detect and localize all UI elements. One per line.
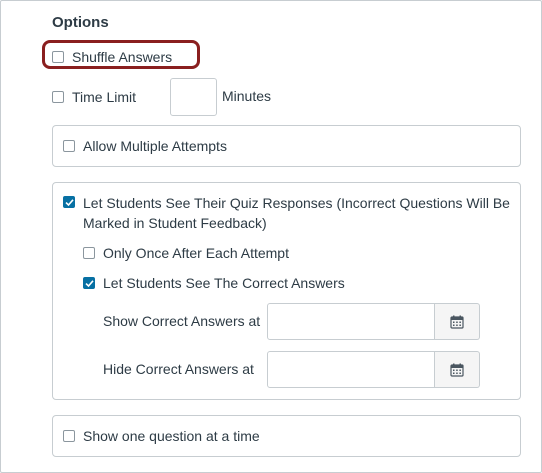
calendar-icon	[450, 315, 464, 329]
hide-correct-at-calendar-button[interactable]	[435, 351, 480, 388]
show-correct-at-calendar-button[interactable]	[435, 303, 480, 340]
multiple-attempts-label[interactable]: Allow Multiple Attempts	[83, 138, 227, 154]
one-question-checkbox[interactable]	[63, 430, 75, 442]
see-responses-label-line1[interactable]: Let Students See Their Quiz Responses (I…	[83, 195, 510, 211]
see-correct-checkbox[interactable]	[83, 277, 95, 289]
time-limit-checkbox[interactable]	[52, 91, 64, 103]
see-correct-label[interactable]: Let Students See The Correct Answers	[103, 275, 345, 291]
hide-correct-at-input[interactable]	[267, 351, 435, 388]
show-correct-at-input[interactable]	[267, 303, 435, 340]
only-once-label[interactable]: Only Once After Each Attempt	[103, 245, 289, 261]
shuffle-answers-label[interactable]: Shuffle Answers	[72, 49, 172, 65]
see-responses-checkbox[interactable]	[63, 196, 75, 208]
multiple-attempts-checkbox[interactable]	[63, 140, 75, 152]
hide-correct-at-label: Hide Correct Answers at	[103, 361, 254, 377]
see-responses-label-line2[interactable]: Marked in Student Feedback)	[83, 215, 267, 231]
time-limit-minutes-input[interactable]	[170, 78, 217, 116]
check-icon	[65, 199, 74, 207]
calendar-icon	[450, 363, 464, 377]
check-icon	[85, 280, 94, 288]
options-heading: Options	[52, 14, 109, 31]
shuffle-answers-checkbox[interactable]	[52, 51, 64, 63]
one-question-label[interactable]: Show one question at a time	[83, 428, 260, 444]
time-limit-label[interactable]: Time Limit	[72, 89, 136, 105]
time-limit-unit: Minutes	[222, 88, 272, 104]
only-once-checkbox[interactable]	[83, 247, 95, 259]
show-correct-at-label: Show Correct Answers at	[103, 313, 261, 329]
